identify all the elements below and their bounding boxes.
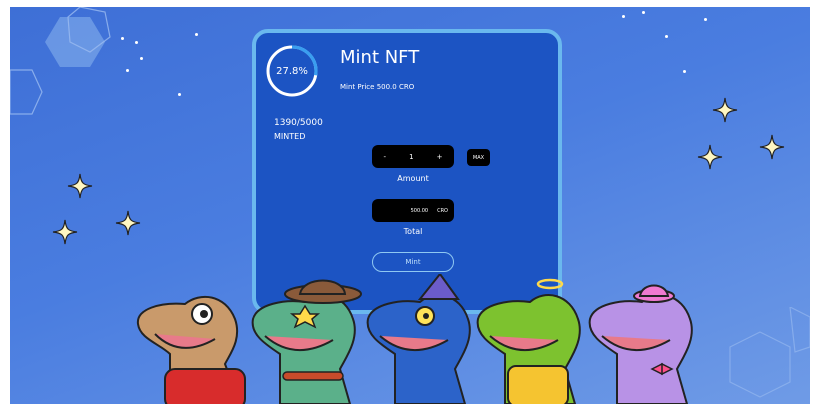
star-dot: [178, 93, 181, 96]
page-title: Mint NFT: [340, 47, 420, 68]
star-dot: [622, 15, 625, 18]
total-display: 500.00 CRO: [372, 199, 454, 222]
decrease-button[interactable]: -: [384, 153, 387, 161]
increase-button[interactable]: +: [437, 153, 443, 161]
star-dot: [135, 41, 138, 44]
sparkle-icon: [115, 210, 141, 236]
star-dot: [140, 57, 143, 60]
dino-character-lime: [476, 278, 581, 404]
sparkle-icon: [697, 144, 723, 170]
hexagon-decoration-right: [729, 307, 810, 398]
sparkle-icon: [52, 219, 78, 245]
star-dot: [704, 18, 707, 21]
total-currency: CRO: [437, 207, 448, 214]
amount-label: Amount: [397, 174, 429, 183]
star-dot: [121, 37, 124, 40]
star-dot: [195, 33, 198, 36]
star-dot: [665, 35, 668, 38]
minted-label: MINTED: [274, 132, 306, 141]
progress-percent: 27.8%: [276, 65, 308, 77]
sparkle-icon: [712, 97, 738, 123]
minted-count: 1390/5000: [274, 118, 323, 128]
dino-character-purple: [588, 284, 693, 404]
page-background: 27.8% Mint NFT Mint Price 500.0 CRO 1390…: [10, 7, 810, 404]
dino-character-green: [251, 279, 362, 404]
total-label: Total: [403, 227, 423, 236]
total-value: 500.00: [410, 207, 429, 214]
sparkle-icon: [67, 173, 93, 199]
mint-card: 27.8% Mint NFT Mint Price 500.0 CRO 1390…: [252, 29, 562, 314]
max-button[interactable]: MAX: [467, 149, 490, 166]
sparkle-icon: [759, 134, 785, 160]
mint-button[interactable]: Mint: [372, 252, 454, 272]
hexagon-decoration-left: [10, 69, 43, 115]
star-dot: [642, 11, 645, 14]
star-dot: [683, 70, 686, 73]
mint-price: Mint Price 500.0 CRO: [340, 83, 415, 91]
star-dot: [126, 69, 129, 72]
amount-value[interactable]: 1: [409, 153, 413, 161]
amount-stepper: - 1 +: [372, 145, 454, 168]
